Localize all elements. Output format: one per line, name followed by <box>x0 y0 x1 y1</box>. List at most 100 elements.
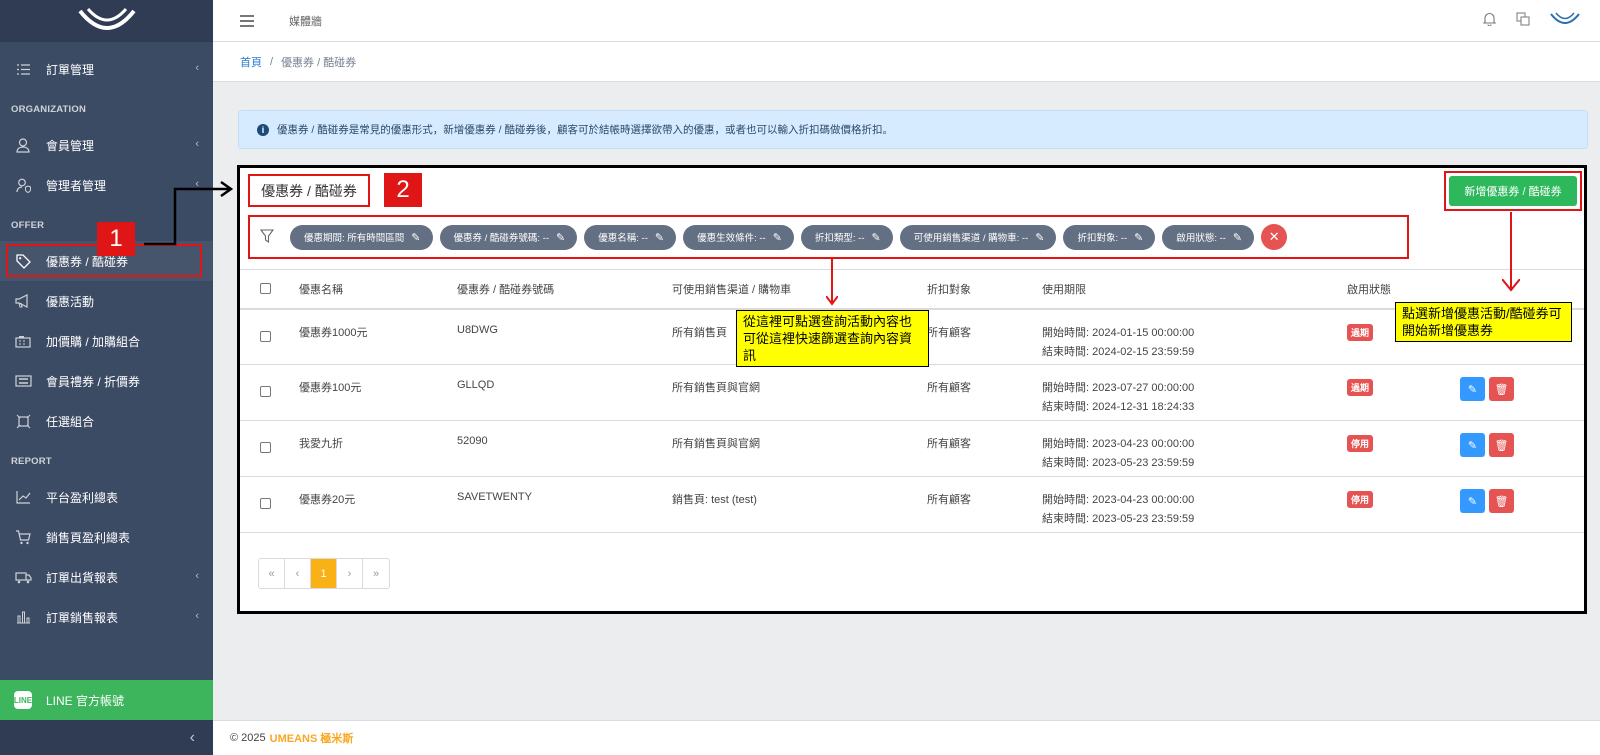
chevron-left-icon: ‹ <box>195 570 199 582</box>
bar-chart-icon <box>14 608 32 626</box>
brand-logo[interactable] <box>0 0 213 42</box>
truck-icon <box>14 568 32 586</box>
filter-icon[interactable] <box>259 229 276 245</box>
sidebar-item-orders[interactable]: 訂單管理 ‹ <box>0 49 213 89</box>
select-all-checkbox[interactable] <box>260 283 271 295</box>
filter-chip-channel[interactable]: 可使用銷售渠道 / 購物車: -- ✎ <box>899 224 1057 250</box>
filter-chip-coupon-code[interactable]: 優惠券 / 酷碰券號碼: -- ✎ <box>439 224 578 250</box>
footer-copyright: © 2025 <box>230 732 266 744</box>
col-header-target[interactable]: 折扣對象 <box>927 269 1042 310</box>
info-icon: i <box>257 123 269 136</box>
chevron-left-icon: ‹ <box>189 728 195 746</box>
cell-status: 過期 <box>1347 364 1460 421</box>
table-row[interactable]: 優惠券100元 GLLQD 所有銷售頁與官網 所有顧客 開始時間: 2023-0… <box>240 364 1584 421</box>
breadcrumb-current: 優惠券 / 酷碰券 <box>281 56 357 69</box>
filter-chip-condition[interactable]: 優惠生效條件: -- ✎ <box>683 224 794 250</box>
annotation-arrowhead-filter <box>826 296 838 306</box>
add-coupon-button[interactable]: 新增優惠券 / 酷碰券 <box>1449 176 1577 206</box>
sidebar-item-bundle[interactable]: 任選組合 <box>0 401 213 441</box>
annotation-note-add: 點選新增優惠活動/酷碰券可開始新增優惠券 <box>1395 302 1572 342</box>
sidebar-item-line-account[interactable]: LINE LINE 官方帳號 <box>0 680 213 720</box>
sidebar-toggle-button[interactable]: ‹ <box>0 720 213 755</box>
language-icon[interactable] <box>1516 12 1530 29</box>
cell-code: 52090 <box>457 420 672 477</box>
pencil-icon: ✎ <box>654 231 665 244</box>
sidebar-item-members[interactable]: 會員管理 ‹ <box>0 125 213 165</box>
breadcrumb-home-link[interactable]: 首頁 <box>240 54 262 70</box>
filter-chip-status[interactable]: 啟用狀態: -- ✎ <box>1162 224 1255 250</box>
trash-icon: 🗑 <box>1494 495 1509 508</box>
row-checkbox[interactable] <box>260 442 271 453</box>
sidebar-item-shipping-report[interactable]: 訂單出貨報表 ‹ <box>0 557 213 597</box>
filter-chip-label: 折扣對象: -- <box>1077 233 1128 244</box>
top-header: 媒體牆 <box>213 0 1600 42</box>
sidebar-item-sales-page-profit[interactable]: 銷售頁盈利總表 <box>0 517 213 557</box>
cell-name: 優惠券100元 <box>299 364 457 421</box>
pencil-icon: ✎ <box>556 231 566 244</box>
delete-button[interactable]: 🗑 <box>1489 433 1514 457</box>
select-all-cell <box>240 269 299 310</box>
edit-button[interactable]: ✎ <box>1460 433 1485 457</box>
filter-chip-label: 優惠期間: 所有時間區間 <box>304 233 405 244</box>
page-number-button[interactable]: 1 <box>311 559 337 588</box>
cell-period: 開始時間: 2023-04-23 00:00:00 結束時間: 2023-05-2… <box>1042 476 1347 533</box>
annotation-arrow-1 <box>144 180 234 246</box>
period-start: 開始時間: 2023-07-27 00:00:00 <box>1042 382 1195 394</box>
annotation-arrowhead-add <box>1502 279 1520 292</box>
filter-chip-period[interactable]: 優惠期間: 所有時間區間 ✎ <box>290 224 433 250</box>
sidebar-item-label: 銷售頁盈利總表 <box>46 530 131 545</box>
edit-button[interactable]: ✎ <box>1460 489 1485 513</box>
sidebar: 訂單管理 ‹ ORGANIZATION 會員管理 ‹ 管理者管理 ‹ OFFER… <box>0 0 213 755</box>
cell-channel: 所有銷售頁與官網 <box>672 364 927 421</box>
col-header-period[interactable]: 使用期限 <box>1042 269 1347 310</box>
info-alert-text: 優惠券 / 酷碰券是常見的優惠形式，新增優惠券 / 酷碰券後，顧客可於結帳時選擇… <box>277 124 894 136</box>
trash-icon: 🗑 <box>1494 383 1509 396</box>
clear-filters-button[interactable]: ✕ <box>1261 224 1288 250</box>
filter-chip-label: 優惠生效條件: -- <box>697 233 766 244</box>
page-first-button[interactable]: « <box>259 559 285 588</box>
edit-button[interactable]: ✎ <box>1460 377 1485 401</box>
col-header-name[interactable]: 優惠名稱 <box>299 269 457 310</box>
page-next-button[interactable]: › <box>337 559 363 588</box>
user-icon <box>14 136 32 154</box>
filter-chip-name[interactable]: 優惠名稱: -- ✎ <box>584 224 677 250</box>
col-header-code[interactable]: 優惠券 / 酷碰券號碼 <box>457 269 672 310</box>
footer: © 2025 UMEANS 極米斯 <box>213 720 1600 755</box>
delete-button[interactable]: 🗑 <box>1489 377 1514 401</box>
filter-chip-target[interactable]: 折扣對象: -- ✎ <box>1063 224 1156 250</box>
avatar-logo-icon[interactable] <box>1550 12 1580 29</box>
row-checkbox[interactable] <box>260 386 271 397</box>
delete-button[interactable]: 🗑 <box>1489 489 1514 513</box>
header-nav-link-media-wall[interactable]: 媒體牆 <box>289 13 322 29</box>
cell-status: 停用 <box>1347 420 1460 477</box>
filter-chip-discount-type[interactable]: 折扣類型: -- ✎ <box>800 224 893 250</box>
table-row[interactable]: 優惠券20元 SAVETWENTY 銷售頁: test (test) 所有顧客 … <box>240 476 1584 533</box>
frame-icon <box>14 412 32 430</box>
cell-target: 所有顧客 <box>927 476 1042 533</box>
col-header-channel[interactable]: 可使用銷售渠道 / 購物車 <box>672 269 927 310</box>
filter-chip-label: 優惠名稱: -- <box>598 233 648 244</box>
row-checkbox[interactable] <box>260 330 271 342</box>
table-row[interactable]: 我愛九折 52090 所有銷售頁與官網 所有顧客 開始時間: 2023-04-2… <box>240 420 1584 477</box>
hamburger-menu-icon[interactable] <box>240 12 254 30</box>
table-header-row: 優惠名稱 優惠券 / 酷碰券號碼 可使用銷售渠道 / 購物車 折扣對象 使用期限… <box>240 269 1584 310</box>
cell-actions: ✎ 🗑 <box>1460 364 1584 421</box>
sidebar-item-promotions[interactable]: 優惠活動 <box>0 281 213 321</box>
list-icon <box>14 60 32 78</box>
row-checkbox[interactable] <box>260 498 271 509</box>
cash-register-icon <box>14 332 32 350</box>
sidebar-item-platform-profit[interactable]: 平台盈利總表 <box>0 477 213 517</box>
page-prev-button[interactable]: ‹ <box>285 559 311 588</box>
page-last-button[interactable]: » <box>363 559 389 588</box>
sidebar-item-label: 會員禮券 / 折價券 <box>46 374 141 389</box>
row-select-cell <box>240 308 299 365</box>
sidebar-item-addon[interactable]: 加價購 / 加購組合 <box>0 321 213 361</box>
footer-brand-link[interactable]: UMEANS 極米斯 <box>270 730 354 746</box>
sidebar-item-order-sales-report[interactable]: 訂單銷售報表 ‹ <box>0 597 213 637</box>
filter-chip-label: 折扣類型: -- <box>814 233 865 244</box>
pencil-icon: ✎ <box>1467 383 1478 396</box>
bell-icon[interactable] <box>1482 12 1497 29</box>
bullhorn-icon <box>14 292 32 310</box>
breadcrumb-separator: / <box>270 55 274 68</box>
sidebar-item-gift-voucher[interactable]: 會員禮券 / 折價券 <box>0 361 213 401</box>
